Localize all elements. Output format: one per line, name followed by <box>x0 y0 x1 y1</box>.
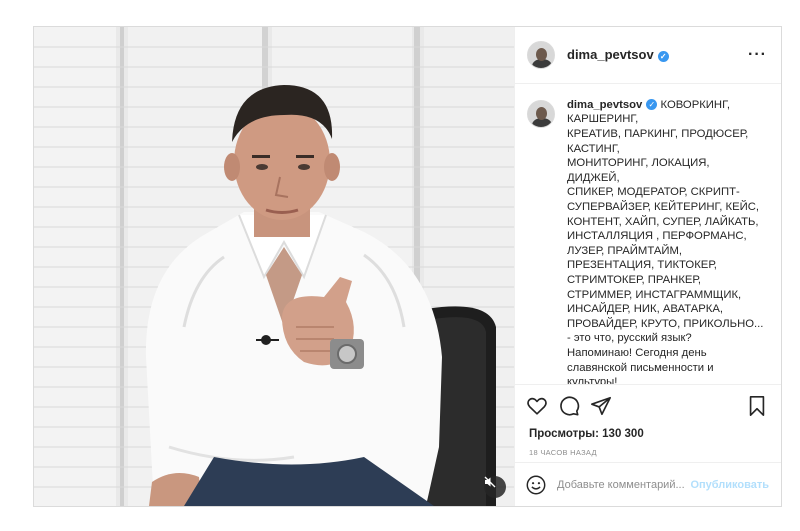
comment-input[interactable]: Добавьте комментарий... <box>557 479 690 491</box>
smiley-icon[interactable] <box>525 474 547 496</box>
save-button[interactable] <box>745 394 769 418</box>
comment-icon <box>560 396 580 416</box>
instagram-post: dima_pevtsov ✓ ··· dima_pevtsov ✓ КОВОРКИН… <box>33 26 782 507</box>
comment-button[interactable] <box>557 394 581 418</box>
caption-section: dima_pevtsov ✓ КОВОРКИНГ, КАРШЕРИНГ, КРЕА… <box>515 84 781 384</box>
verified-badge-icon: ✓ <box>657 50 669 62</box>
caption-avatar[interactable] <box>527 99 555 128</box>
action-bar <box>515 384 781 426</box>
avatar[interactable] <box>527 40 555 69</box>
video-frame <box>34 27 514 506</box>
caption-username[interactable]: dima_pevtsov <box>567 99 642 111</box>
view-count[interactable]: Просмотры: 130 300 <box>515 426 781 443</box>
comment-form: Добавьте комментарий... Опубликовать <box>515 462 781 506</box>
mute-button[interactable] <box>484 476 506 498</box>
post-video[interactable] <box>34 27 514 506</box>
bookmark-icon <box>749 395 765 416</box>
heart-icon <box>527 397 547 415</box>
more-options-button[interactable]: ··· <box>748 46 767 64</box>
speaker-muted-icon <box>484 476 496 488</box>
paper-plane-icon <box>591 396 611 415</box>
post-timestamp[interactable]: 18 ЧАСОВ НАЗАД <box>515 448 781 462</box>
username-text[interactable]: dima_pevtsov <box>567 47 654 62</box>
publish-button[interactable]: Опубликовать <box>690 479 769 491</box>
post-header: dima_pevtsov ✓ ··· <box>515 27 781 84</box>
share-button[interactable] <box>589 394 613 418</box>
caption-body: КОВОРКИНГ, КАРШЕРИНГ, КРЕАТИВ, ПАРКИНГ, … <box>567 98 764 385</box>
username-link[interactable]: dima_pevtsov ✓ <box>567 47 669 62</box>
like-button[interactable] <box>525 394 549 418</box>
post-sidebar: dima_pevtsov ✓ ··· dima_pevtsov ✓ КОВОРКИН… <box>514 27 781 506</box>
caption: dima_pevtsov ✓ КОВОРКИНГ, КАРШЕРИНГ, КРЕА… <box>567 98 765 384</box>
caption-verified-badge-icon: ✓ <box>646 99 658 111</box>
